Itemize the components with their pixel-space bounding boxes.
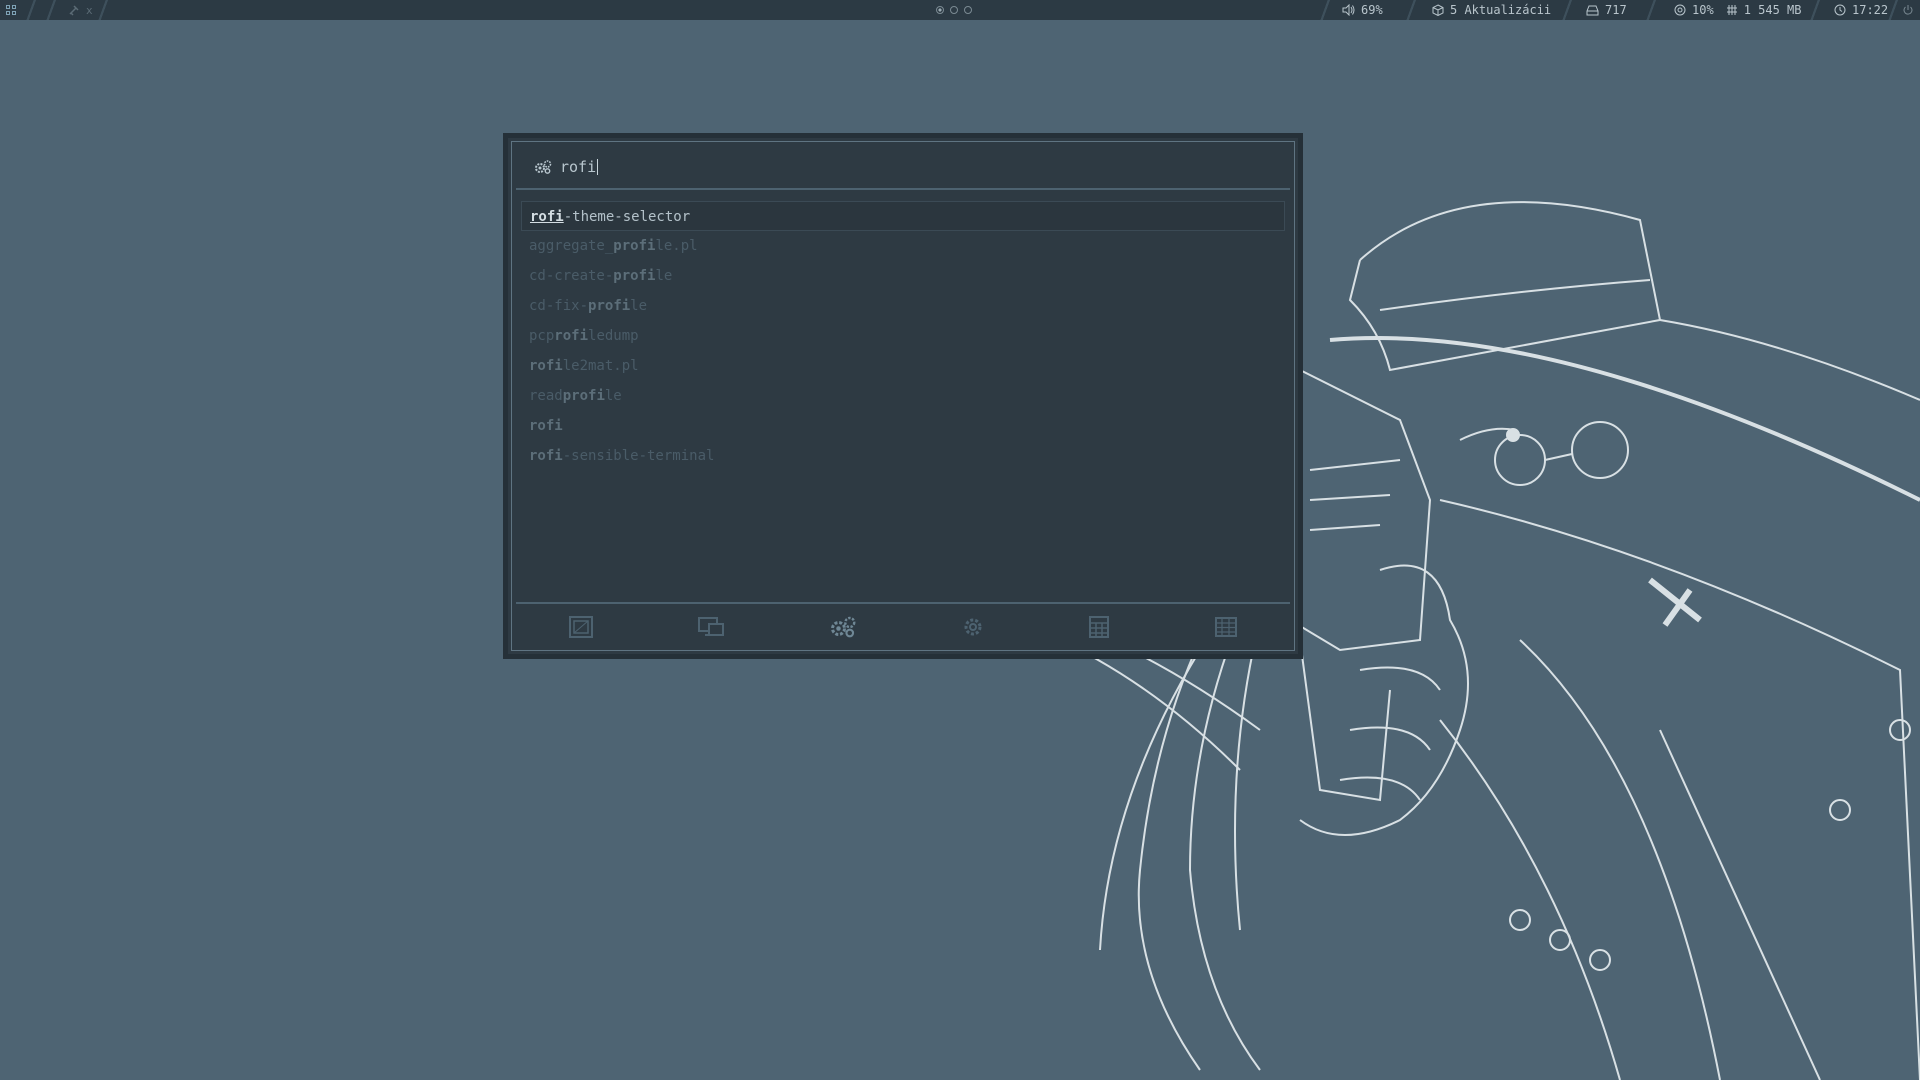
- bar-separator: [1404, 0, 1418, 20]
- rofi-results-list: rofi-theme-selector aggregate_profile.pl c…: [521, 201, 1285, 471]
- result-item[interactable]: rofi: [521, 411, 1285, 441]
- result-match-text: ro: [529, 358, 546, 374]
- result-match-text: fi: [613, 298, 631, 314]
- mode-run[interactable]: [829, 615, 857, 639]
- result-match-text: fi: [545, 358, 563, 374]
- rofi-search-input[interactable]: rofi: [560, 158, 596, 176]
- workspace-dot[interactable]: [964, 6, 972, 14]
- result-match-text: rofi: [554, 328, 589, 344]
- memory-icon: [1726, 5, 1737, 15]
- disk-value: 717: [1605, 3, 1627, 17]
- bar-separator: [1644, 0, 1658, 20]
- result-text: le: [655, 268, 673, 284]
- result-text: le: [630, 298, 648, 314]
- cpu-value: 10%: [1692, 3, 1714, 17]
- app-grid-icon[interactable]: [6, 0, 16, 20]
- volume-value: 69%: [1361, 3, 1383, 17]
- result-match-text: rofi: [529, 448, 563, 464]
- workspace-icon: [69, 5, 79, 16]
- clock-module[interactable]: 17:22: [1834, 0, 1888, 20]
- result-item[interactable]: rofile2mat.pl: [521, 351, 1285, 381]
- bar-separator: [1886, 0, 1900, 20]
- bar-separator: [1560, 0, 1574, 20]
- result-text: ledump: [588, 328, 639, 344]
- gears-icon: [831, 616, 856, 638]
- cpu-icon: [1674, 4, 1686, 16]
- table-icon: [1215, 617, 1238, 637]
- result-item[interactable]: cd-fix-profile: [521, 291, 1285, 321]
- disk-icon: [1586, 5, 1599, 15]
- updates-module[interactable]: 5 Aktualizácii: [1432, 0, 1551, 20]
- result-match-text: fi: [588, 388, 605, 404]
- updates-value: 5 Aktualizácii: [1450, 3, 1552, 17]
- rofi-mode-switcher: [516, 602, 1290, 650]
- result-text: le2mat.pl: [562, 358, 639, 374]
- result-item-selected[interactable]: rofi-theme-selector: [521, 201, 1285, 231]
- gears-icon: [535, 160, 552, 174]
- top-bar: x 69% 5 Aktualizácii 717 10% 1 545 MB 17…: [0, 0, 1920, 20]
- result-match-text: pro: [613, 268, 639, 284]
- result-text: le.pl: [655, 238, 698, 254]
- result-text: aggregate_: [529, 238, 614, 254]
- bar-separator: [1318, 0, 1332, 20]
- result-text: -sensible-terminal: [562, 448, 715, 464]
- workspace-dot[interactable]: [950, 6, 958, 14]
- rofi-search-bar[interactable]: rofi: [516, 146, 1290, 190]
- text-cursor: [597, 159, 599, 175]
- result-match-text: pro: [613, 238, 639, 254]
- workspace-dot-active[interactable]: [936, 6, 944, 14]
- window-icon: [568, 616, 593, 638]
- clock-icon: [1834, 4, 1846, 16]
- workspace-item[interactable]: x: [68, 0, 93, 20]
- power-button[interactable]: [1902, 0, 1914, 20]
- bar-separator: [44, 0, 58, 20]
- result-match-text: pro: [588, 298, 614, 314]
- result-text: pcp: [529, 328, 555, 344]
- mode-window[interactable]: [568, 615, 594, 639]
- cpu-module[interactable]: 10% 1 545 MB: [1674, 0, 1801, 20]
- memory-value: 1 545 MB: [1743, 3, 1802, 17]
- screen-switch-icon: [698, 617, 725, 636]
- mode-settings[interactable]: [961, 615, 985, 639]
- result-text: -theme-selector: [563, 209, 691, 225]
- result-item[interactable]: aggregate_profile.pl: [521, 231, 1285, 261]
- package-icon: [1432, 4, 1444, 16]
- result-match-text: fi: [638, 238, 656, 254]
- bar-separator: [96, 0, 110, 20]
- mode-calculator[interactable]: [1088, 615, 1110, 639]
- bar-separator: [24, 0, 38, 20]
- result-text: cd-fix-: [529, 298, 589, 314]
- result-match-text: pro: [562, 388, 589, 404]
- mode-screen-switch[interactable]: [697, 615, 725, 639]
- calculator-icon: [1089, 616, 1110, 638]
- workspace-dots[interactable]: [936, 0, 972, 20]
- result-match-text: rofi: [529, 418, 563, 434]
- result-text: read: [529, 388, 563, 404]
- rofi-launcher: rofi rofi-theme-selector aggregate_profil…: [503, 133, 1303, 659]
- bar-separator: [1808, 0, 1822, 20]
- workspace-label: x: [86, 3, 93, 17]
- result-text: le: [604, 388, 622, 404]
- gear-icon: [964, 618, 982, 636]
- volume-module[interactable]: 69%: [1342, 0, 1383, 20]
- power-icon: [1903, 5, 1913, 15]
- disk-module[interactable]: 717: [1586, 0, 1627, 20]
- result-match-text: rofi: [530, 209, 564, 225]
- clock-value: 17:22: [1852, 3, 1889, 17]
- result-item[interactable]: cd-create-profile: [521, 261, 1285, 291]
- result-text: cd-create-: [529, 268, 614, 284]
- volume-icon: [1342, 4, 1355, 16]
- result-item[interactable]: rofi-sensible-terminal: [521, 441, 1285, 471]
- result-item[interactable]: readprofile: [521, 381, 1285, 411]
- mode-table[interactable]: [1214, 616, 1238, 638]
- result-item[interactable]: pcprofiledump: [521, 321, 1285, 351]
- result-match-text: fi: [638, 268, 656, 284]
